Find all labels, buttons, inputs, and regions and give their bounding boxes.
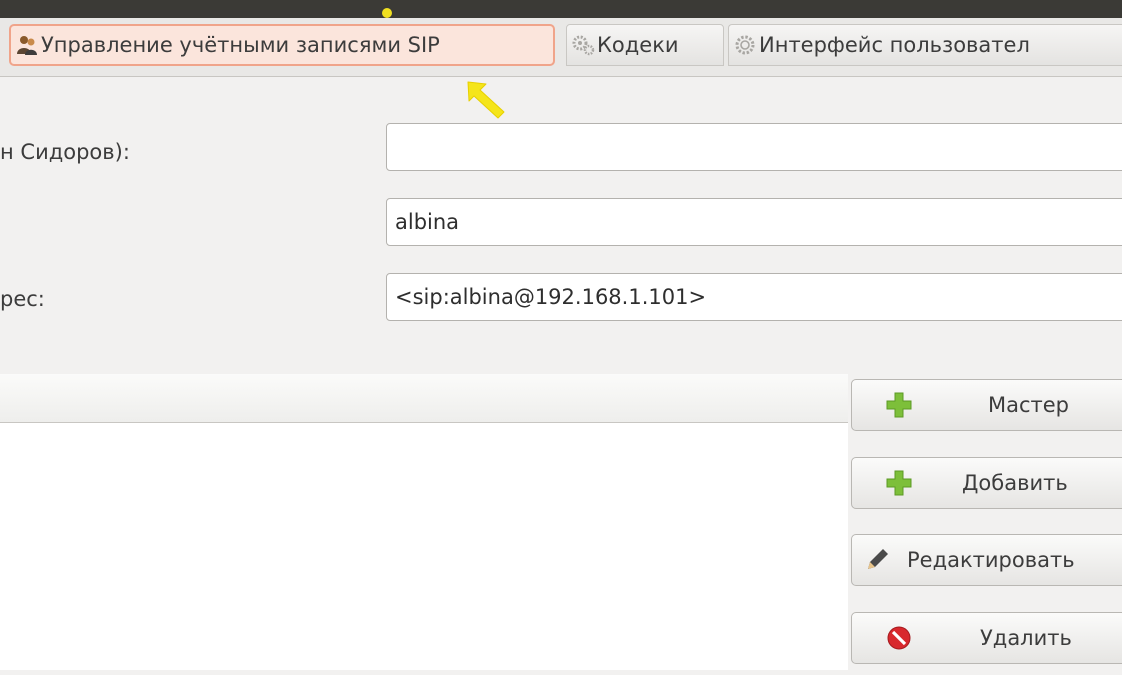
delete-button[interactable]: Удалить — [851, 612, 1122, 664]
sip-address-field[interactable] — [386, 273, 1122, 321]
title-bar — [0, 0, 1122, 18]
cursor-hotspot — [382, 8, 392, 18]
username-field[interactable] — [386, 198, 1122, 246]
tab-label: Кодеки — [597, 33, 679, 57]
display-name-field[interactable] — [386, 123, 1122, 171]
stop-icon — [887, 626, 911, 650]
gear-icon — [733, 33, 757, 57]
add-button[interactable]: Добавить — [851, 457, 1122, 509]
plus-icon — [886, 392, 912, 418]
tab-label: Управление учётными записями SIP — [41, 33, 440, 57]
gears-icon — [571, 33, 595, 57]
plus-icon — [886, 470, 912, 496]
accounts-list[interactable] — [0, 374, 848, 670]
tab-codecs[interactable]: Кодеки — [566, 24, 724, 66]
tab-user-interface[interactable]: Интерфейс пользовател — [728, 24, 1122, 66]
tab-sip-accounts[interactable]: Управление учётными записями SIP — [9, 24, 555, 66]
wizard-label: Мастер — [988, 393, 1070, 417]
tab-bar: Управление учётными записями SIP Кодеки … — [0, 18, 1122, 77]
edit-button[interactable]: Редактировать — [851, 534, 1122, 586]
wizard-button[interactable]: Мастер — [851, 379, 1122, 431]
delete-label: Удалить — [980, 626, 1072, 650]
address-label: рес: — [0, 287, 45, 311]
pointer-arrow-icon — [467, 81, 505, 119]
users-icon — [15, 33, 39, 57]
tab-label: Интерфейс пользовател — [759, 33, 1030, 57]
accounts-list-header[interactable] — [0, 374, 848, 423]
edit-label: Редактировать — [907, 548, 1075, 572]
display-name-label: н Сидоров): — [0, 140, 130, 164]
add-label: Добавить — [962, 471, 1068, 495]
pencil-icon — [868, 549, 888, 569]
